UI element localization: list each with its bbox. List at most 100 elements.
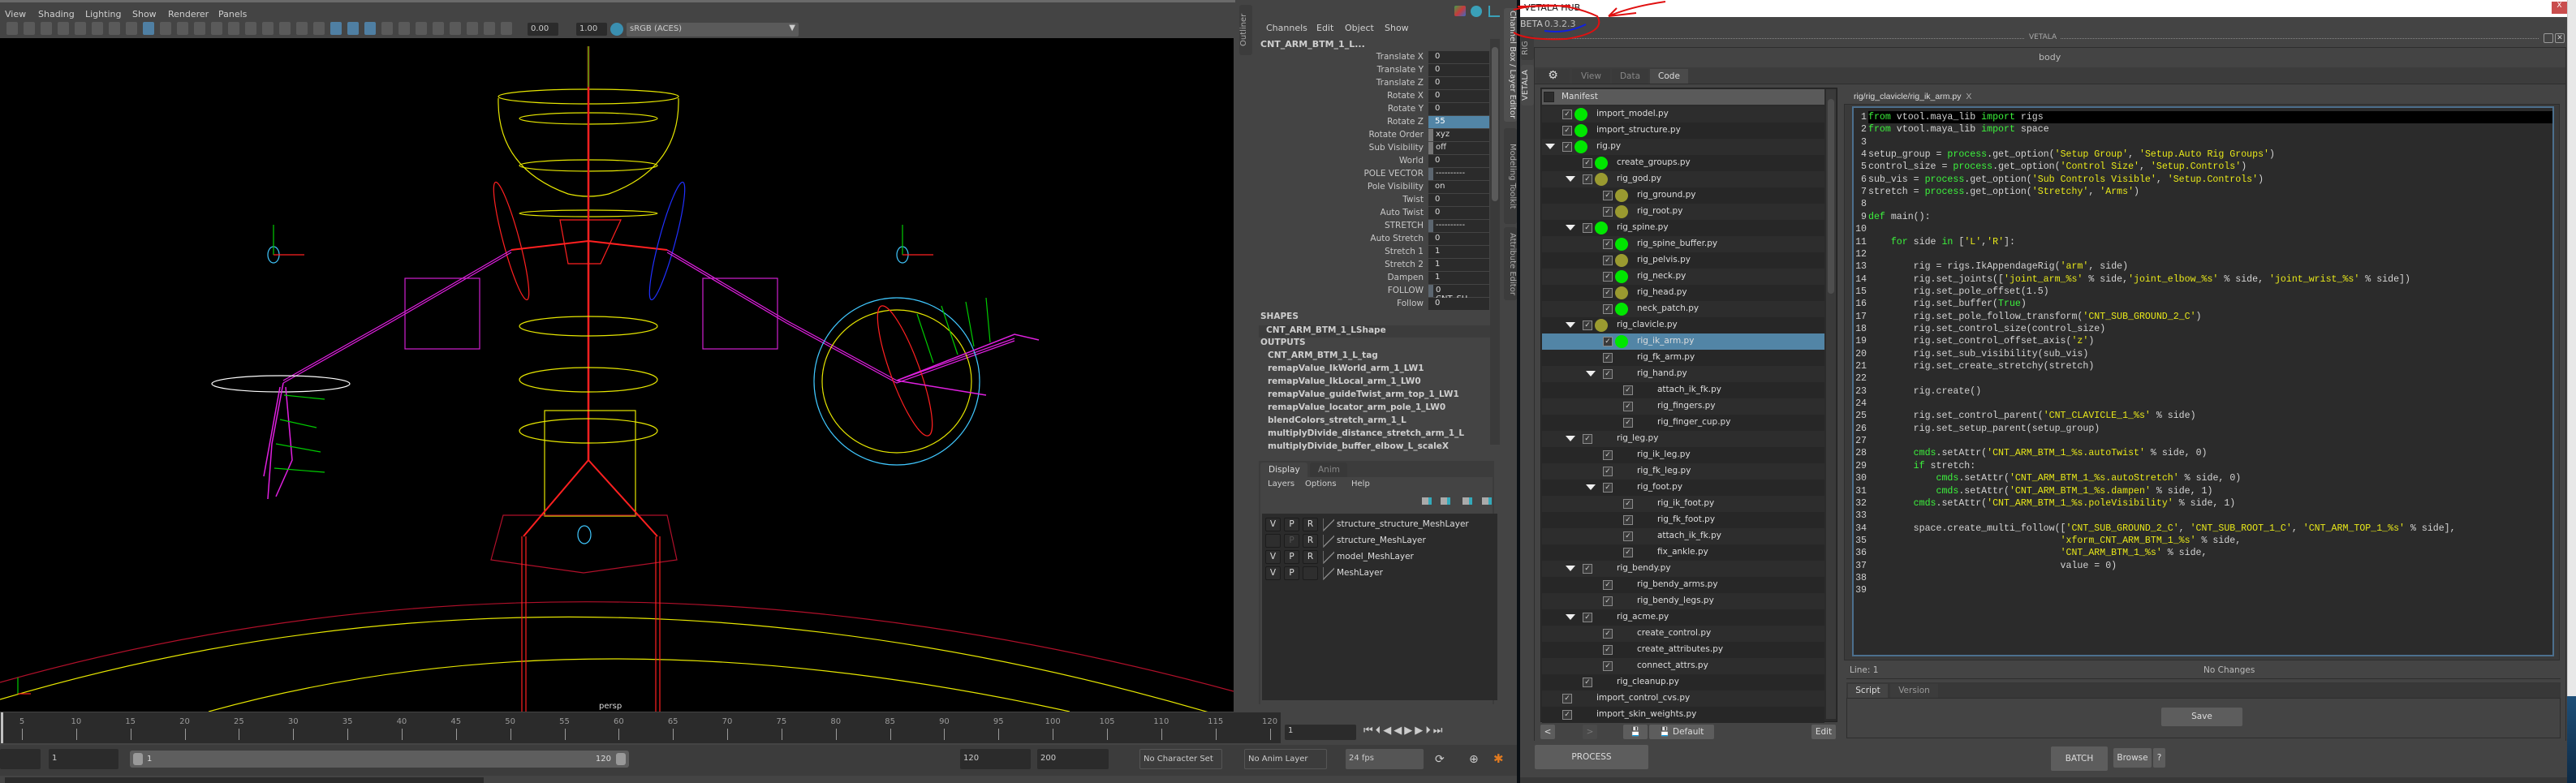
tree-item[interactable]: ✓ rig_god.py	[1542, 171, 1824, 187]
tree-item-checkbox[interactable]: ✓	[1603, 483, 1613, 493]
channel-value-field[interactable]: 0	[1428, 103, 1489, 115]
tree-item[interactable]: ✓ rig_ik_arm.py	[1542, 333, 1824, 350]
exposure-field[interactable]: 0.00	[528, 23, 558, 36]
character-set-dropdown[interactable]: No Character Set	[1139, 749, 1222, 769]
animation-end-field[interactable]: 200	[1037, 749, 1109, 769]
tree-item[interactable]: ✓ rig_fingers.py	[1542, 398, 1824, 415]
tree-item[interactable]: ✓ rig_fk_leg.py	[1542, 463, 1824, 480]
range-start-field[interactable]	[0, 749, 41, 769]
channel-value-field[interactable]: xyz	[1428, 129, 1489, 141]
expand-arrow-icon[interactable]	[1586, 484, 1596, 490]
channel-row[interactable]: World 0	[1256, 155, 1492, 167]
tree-item[interactable]: ✓ import_structure.py	[1542, 123, 1824, 139]
channel-row[interactable]: Sub Visibility off	[1256, 142, 1492, 154]
toolbar-icon[interactable]	[109, 22, 120, 35]
toolbar-icon[interactable]	[279, 22, 291, 35]
tree-item[interactable]: ✓ rig_bendy_legs.py	[1542, 593, 1824, 609]
output-node[interactable]: remapValue_IkLocal_arm_1_LW0	[1268, 376, 1421, 386]
tree-item-checkbox[interactable]: ✓	[1583, 321, 1592, 330]
step-forward-key-icon[interactable]: ⏵	[1425, 725, 1433, 737]
save-manifest-button[interactable]: 💾	[1623, 725, 1648, 739]
tab-settings[interactable]: ⚙	[1536, 69, 1570, 84]
rotate-tool-icon[interactable]	[1471, 6, 1482, 17]
toolbar-icon[interactable]	[330, 22, 342, 35]
tree-item[interactable]: ✓ create_control.py	[1542, 626, 1824, 642]
tree-item-checkbox[interactable]: ✓	[1623, 402, 1633, 411]
tab-modeling-toolkit[interactable]: Modeling Toolkit	[1504, 128, 1517, 224]
channel-value-field[interactable]: 0	[1428, 64, 1489, 76]
tree-item[interactable]: ✓ rig_root.py	[1542, 204, 1824, 220]
toolbar-icon[interactable]	[245, 22, 256, 35]
outliner-tab[interactable]: Outliner	[1239, 5, 1252, 55]
playback-toggle[interactable]: P	[1284, 518, 1299, 531]
browse-button[interactable]: Browse	[2113, 748, 2152, 768]
tree-item-checkbox[interactable]: ✓	[1603, 369, 1613, 379]
toolbar-icon[interactable]	[416, 22, 427, 35]
expand-arrow-icon[interactable]	[1545, 144, 1555, 149]
default-button[interactable]: 💾 Default	[1649, 725, 1714, 739]
channel-row[interactable]: Follow 0	[1256, 298, 1492, 310]
tree-item-checkbox[interactable]: ✓	[1603, 450, 1613, 460]
tree-item-checkbox[interactable]: ✓	[1623, 499, 1633, 509]
tree-item[interactable]: ✓ rig_fk_foot.py	[1542, 512, 1824, 528]
toolbar-icon[interactable]	[398, 22, 410, 35]
help-button[interactable]: ?	[2153, 748, 2165, 768]
menu-show[interactable]: Show	[132, 9, 157, 19]
tree-item-checkbox[interactable]: ✓	[1623, 531, 1633, 541]
tab-attribute-editor[interactable]: Attribute Editor	[1504, 227, 1517, 300]
output-node[interactable]: remapValue_guideTwist_arm_top_1_LW1	[1268, 389, 1459, 399]
visibility-toggle[interactable]: V	[1265, 518, 1281, 531]
new-layer-icon[interactable]	[1462, 497, 1472, 505]
channel-value-field[interactable]: 0	[1428, 194, 1489, 206]
toolbar-icon[interactable]	[24, 22, 35, 35]
toolbar-icon[interactable]	[211, 22, 222, 35]
toolbar-icon[interactable]	[143, 22, 154, 35]
range-start-handle[interactable]	[133, 753, 143, 765]
layer-color-swatch[interactable]	[1323, 551, 1334, 564]
tree-item-checkbox[interactable]: ✓	[1603, 467, 1613, 476]
tree-item-checkbox[interactable]: ✓	[1562, 694, 1572, 703]
channel-value-field[interactable]: 0	[1428, 77, 1489, 89]
play-backward-icon[interactable]: ◀	[1394, 725, 1404, 737]
tree-item[interactable]: ✓ rig_neck.py	[1542, 269, 1824, 285]
shape-item[interactable]: CNT_ARM_BTM_1_LShape	[1259, 325, 1490, 338]
channel-value-field[interactable]: 1	[1428, 259, 1489, 271]
expand-arrow-icon[interactable]	[1566, 322, 1575, 328]
expand-arrow-icon[interactable]	[1566, 436, 1575, 441]
tree-item[interactable]: ✓ rig_pelvis.py	[1542, 252, 1824, 269]
forward-button[interactable]: >	[1583, 725, 1597, 739]
toolbar-icon[interactable]	[160, 22, 171, 35]
channel-value-field[interactable]: off	[1428, 142, 1489, 154]
output-node[interactable]: CNT_ARM_BTM_1_L_tag	[1268, 351, 1378, 360]
toolbar-icon[interactable]	[262, 22, 274, 35]
tree-item[interactable]: ✓ rig_spine_buffer.py	[1542, 236, 1824, 252]
dock-close-button[interactable]: ✕	[2555, 33, 2565, 43]
playback-start-field[interactable]: 1	[49, 749, 118, 769]
tree-item-checkbox[interactable]: ✓	[1583, 223, 1592, 233]
toolbar-icon[interactable]	[177, 22, 188, 35]
output-node[interactable]: blendColors_stretch_arm_1_L	[1268, 415, 1406, 425]
tree-item[interactable]: ✓ attach_ik_fk.py	[1542, 528, 1824, 544]
tree-item-checkbox[interactable]: ✓	[1583, 174, 1592, 184]
anim-prefs-icon[interactable]: ✱	[1493, 751, 1504, 766]
tree-item[interactable]: ✓ import_model.py	[1542, 106, 1824, 123]
color-management-icon[interactable]	[610, 23, 623, 36]
playback-toggle[interactable]: P	[1284, 550, 1299, 564]
manifest-header[interactable]: Manifest	[1542, 89, 1824, 105]
move-layer-down-icon[interactable]	[1441, 497, 1450, 505]
tree-item[interactable]: ✓ import_skin_weights.py	[1542, 707, 1824, 723]
tree-item[interactable]: ✓ fix_ankle.py	[1542, 544, 1824, 561]
float-button[interactable]	[2544, 33, 2553, 43]
visibility-toggle[interactable]: V	[1265, 550, 1281, 564]
tab-vetala[interactable]: VETALA	[1521, 65, 1534, 105]
toolbar-icon[interactable]	[467, 22, 478, 35]
toolbar-icon[interactable]	[228, 22, 239, 35]
tree-item-checkbox[interactable]: ✓	[1603, 191, 1613, 200]
code-editor[interactable]: 1 from vtool.maya_lib import rigs 2 from vt…	[1852, 106, 2554, 656]
toolbar-icon[interactable]	[347, 22, 359, 35]
toolbar-icon[interactable]	[381, 22, 393, 35]
toolbar-icon[interactable]	[450, 22, 461, 35]
layer-row[interactable]: P Rstructure_MeshLayer	[1265, 534, 1493, 549]
gamma-field[interactable]: 1.00	[576, 23, 607, 36]
tree-item-checkbox[interactable]: ✓	[1623, 385, 1633, 395]
